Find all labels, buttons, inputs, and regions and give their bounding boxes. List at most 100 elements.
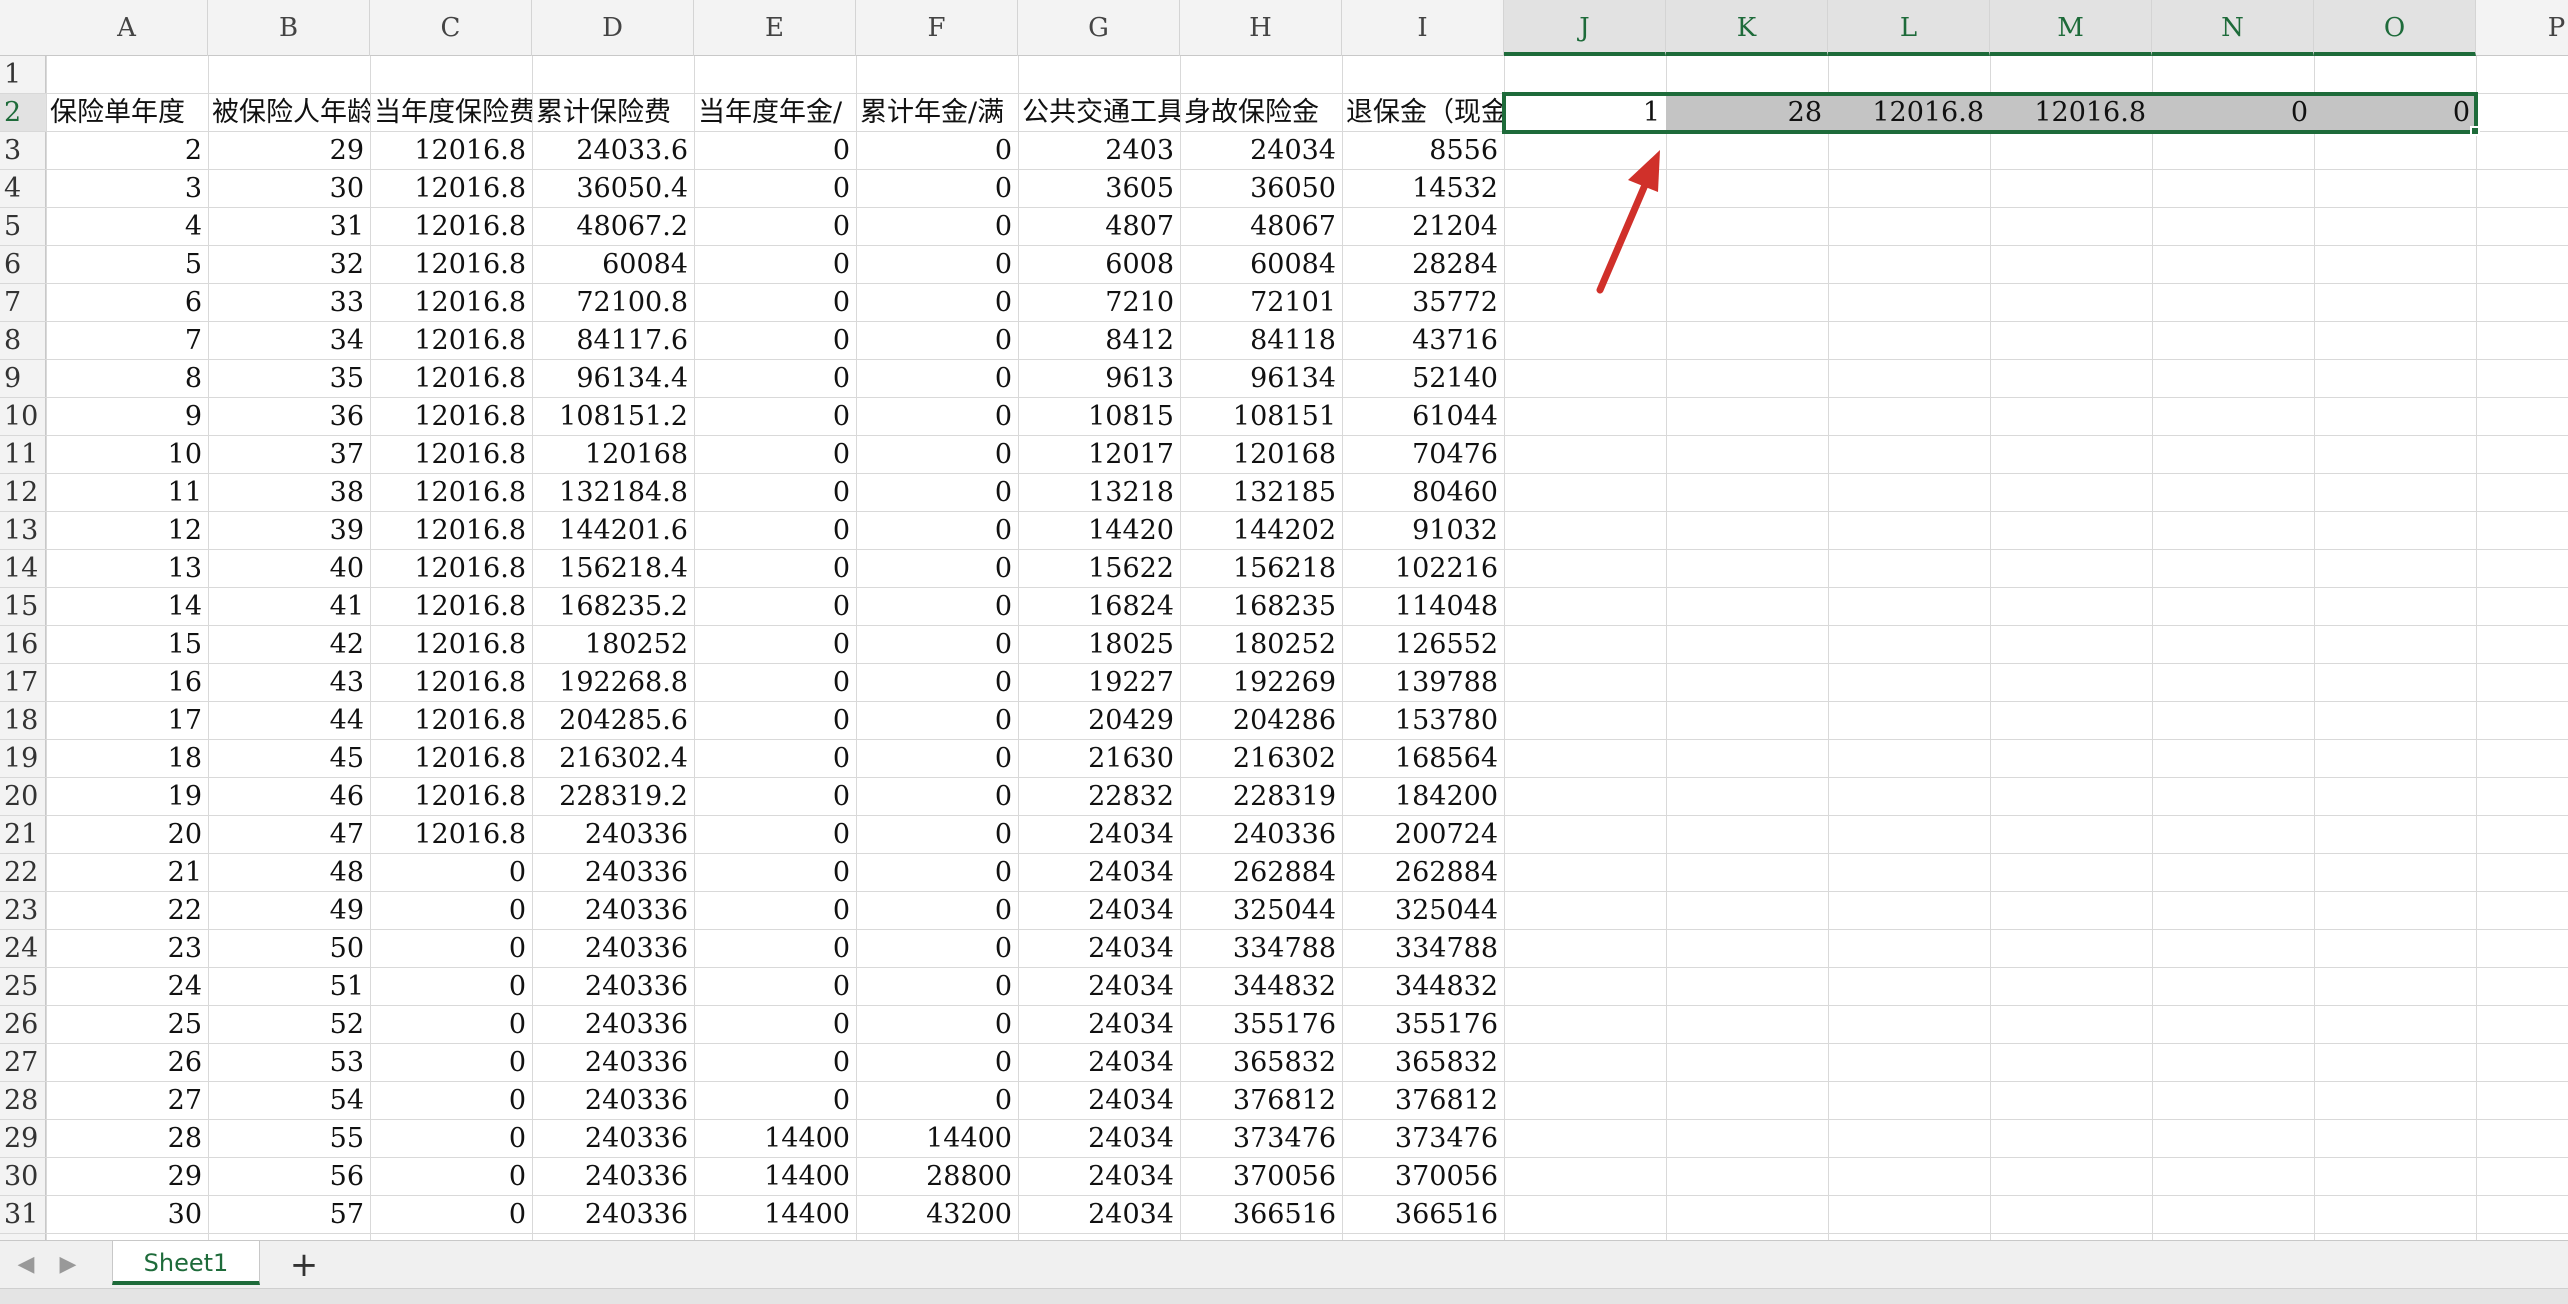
table-cell[interactable]: 0 — [856, 132, 1018, 170]
table-cell[interactable]: 80460 — [1342, 474, 1504, 512]
table-cell[interactable]: 0 — [694, 740, 856, 778]
column-header-p[interactable]: P — [2476, 0, 2568, 56]
table-cell[interactable]: 0 — [694, 436, 856, 474]
table-cell[interactable]: 61044 — [1342, 398, 1504, 436]
row-header-22[interactable]: 22 — [0, 854, 46, 892]
table-cell[interactable]: 24 — [46, 968, 208, 1006]
column-header-a[interactable]: A — [46, 0, 208, 56]
table-cell[interactable]: 10815 — [1018, 398, 1180, 436]
table-cell[interactable]: 0 — [370, 892, 532, 930]
table-cell[interactable]: 55 — [208, 1120, 370, 1158]
table-cell[interactable]: 7210 — [1018, 284, 1180, 322]
tab-sheet1[interactable]: Sheet1 — [112, 1241, 260, 1285]
table-cell[interactable]: 0 — [370, 1082, 532, 1120]
table-cell[interactable]: 0 — [370, 854, 532, 892]
table-cell[interactable]: 24034 — [1018, 892, 1180, 930]
table-cell[interactable]: 365832 — [1342, 1044, 1504, 1082]
table-cell[interactable]: 0 — [694, 360, 856, 398]
table-cell[interactable]: 15622 — [1018, 550, 1180, 588]
table-cell[interactable]: 14400 — [694, 1196, 856, 1234]
table-cell[interactable]: 0 — [694, 892, 856, 930]
table-cell[interactable]: 18 — [46, 740, 208, 778]
table-cell[interactable]: 24034 — [1018, 1082, 1180, 1120]
table-cell[interactable]: 355176 — [1180, 1006, 1342, 1044]
table-cell[interactable]: 0 — [856, 1044, 1018, 1082]
table-cell[interactable]: 2 — [46, 132, 208, 170]
table-cell[interactable]: 0 — [694, 550, 856, 588]
table-cell[interactable]: 0 — [370, 968, 532, 1006]
table-cell[interactable]: 0 — [370, 1044, 532, 1082]
table-cell[interactable]: 24034 — [1018, 1120, 1180, 1158]
table-cell[interactable]: 376812 — [1180, 1082, 1342, 1120]
table-cell[interactable]: 0 — [856, 360, 1018, 398]
column-header-h[interactable]: H — [1180, 0, 1342, 56]
column-header-j[interactable]: J — [1504, 0, 1666, 56]
table-cell[interactable]: 5 — [46, 246, 208, 284]
table-cell[interactable]: 0 — [856, 588, 1018, 626]
table-cell[interactable]: 0 — [856, 398, 1018, 436]
row-header-27[interactable]: 27 — [0, 1044, 46, 1082]
column-header-m[interactable]: M — [1990, 0, 2152, 56]
table-cell[interactable]: 21630 — [1018, 740, 1180, 778]
row-header-29[interactable]: 29 — [0, 1120, 46, 1158]
table-cell[interactable]: 0 — [856, 626, 1018, 664]
row-header-30[interactable]: 30 — [0, 1158, 46, 1196]
table-cell[interactable]: 48067 — [1180, 208, 1342, 246]
table-cell[interactable]: 72101 — [1180, 284, 1342, 322]
table-cell[interactable]: 29 — [46, 1158, 208, 1196]
table-cell[interactable]: 12 — [46, 512, 208, 550]
table-cell[interactable]: 262884 — [1342, 854, 1504, 892]
table-cell[interactable]: 0 — [856, 854, 1018, 892]
table-cell[interactable]: 240336 — [532, 1006, 694, 1044]
table-cell[interactable]: 132184.8 — [532, 474, 694, 512]
table-cell[interactable]: 0 — [694, 322, 856, 360]
table-cell[interactable]: 35 — [208, 360, 370, 398]
table-cell[interactable]: 200724 — [1342, 816, 1504, 854]
table-cell[interactable]: 12017 — [1018, 436, 1180, 474]
cell-header-d[interactable]: 累计保险费 — [532, 94, 694, 132]
table-cell[interactable]: 0 — [856, 550, 1018, 588]
table-cell[interactable]: 12016.8 — [370, 816, 532, 854]
table-cell[interactable]: 14400 — [694, 1120, 856, 1158]
table-cell[interactable]: 6 — [46, 284, 208, 322]
table-cell[interactable]: 0 — [694, 854, 856, 892]
table-cell[interactable]: 10 — [46, 436, 208, 474]
table-cell[interactable]: 24034 — [1018, 1044, 1180, 1082]
table-cell[interactable]: 12016.8 — [370, 246, 532, 284]
row-header-15[interactable]: 15 — [0, 588, 46, 626]
table-cell[interactable]: 35772 — [1342, 284, 1504, 322]
cell-header-e[interactable]: 当年度年金/ — [694, 94, 856, 132]
table-cell[interactable]: 0 — [694, 702, 856, 740]
table-cell[interactable]: 0 — [856, 664, 1018, 702]
table-cell[interactable]: 54 — [208, 1082, 370, 1120]
column-header-e[interactable]: E — [694, 0, 856, 56]
table-cell[interactable]: 0 — [694, 588, 856, 626]
table-cell[interactable]: 39 — [208, 512, 370, 550]
table-cell[interactable]: 240336 — [532, 1120, 694, 1158]
table-cell[interactable]: 334788 — [1342, 930, 1504, 968]
table-cell[interactable]: 0 — [694, 398, 856, 436]
row-header-19[interactable]: 19 — [0, 740, 46, 778]
table-cell[interactable]: 0 — [856, 170, 1018, 208]
table-cell[interactable]: 192269 — [1180, 664, 1342, 702]
table-cell[interactable]: 0 — [694, 816, 856, 854]
table-cell[interactable]: 0 — [694, 968, 856, 1006]
table-cell[interactable]: 0 — [856, 322, 1018, 360]
table-cell[interactable]: 240336 — [532, 1196, 694, 1234]
prev-sheet-icon[interactable]: ◀ — [10, 1249, 42, 1281]
row-header-31[interactable]: 31 — [0, 1196, 46, 1234]
table-cell[interactable]: 24034 — [1018, 930, 1180, 968]
table-cell[interactable]: 25 — [46, 1006, 208, 1044]
table-cell[interactable]: 108151 — [1180, 398, 1342, 436]
table-cell[interactable]: 156218 — [1180, 550, 1342, 588]
table-cell[interactable]: 262884 — [1180, 854, 1342, 892]
table-cell[interactable]: 9 — [46, 398, 208, 436]
table-cell[interactable]: 366516 — [1180, 1196, 1342, 1234]
table-cell[interactable]: 126552 — [1342, 626, 1504, 664]
table-cell[interactable]: 30 — [208, 170, 370, 208]
table-cell[interactable]: 22 — [46, 892, 208, 930]
table-cell[interactable]: 3 — [46, 170, 208, 208]
table-cell[interactable]: 0 — [694, 170, 856, 208]
table-cell[interactable]: 0 — [856, 892, 1018, 930]
cell-header-f[interactable]: 累计年金/满 — [856, 94, 1018, 132]
